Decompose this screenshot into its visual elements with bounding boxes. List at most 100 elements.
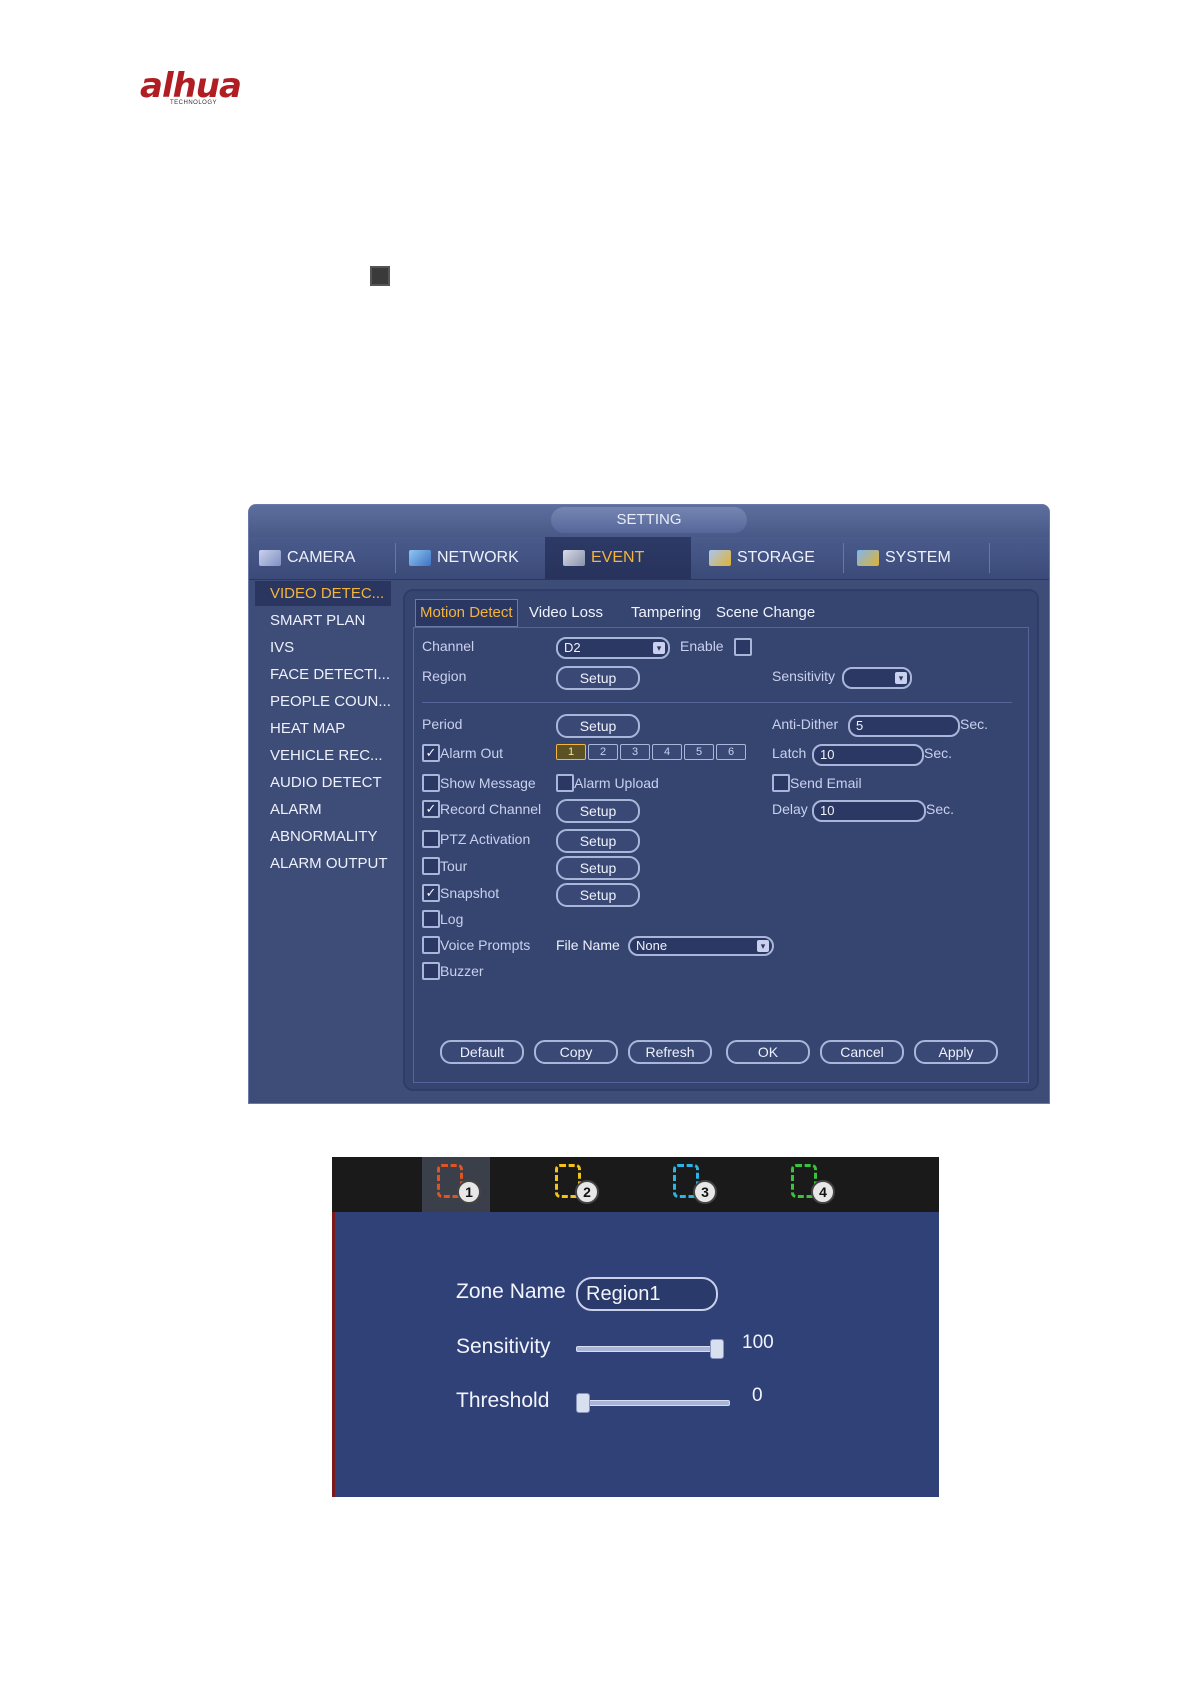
zone-name-label: Zone Name <box>456 1280 566 1303</box>
tab-label: SYSTEM <box>885 549 951 566</box>
zone-1-button[interactable]: 1 <box>422 1157 490 1212</box>
network-icon <box>409 549 431 566</box>
sidebar-item-alarm-output[interactable]: ALARM OUTPUT <box>255 851 391 876</box>
sidebar-item-vehicle-rec[interactable]: VEHICLE REC... <box>255 743 391 768</box>
tab-video-loss[interactable]: Video Loss <box>525 599 607 627</box>
file-name-select[interactable]: None ▾ <box>628 936 774 956</box>
camera-icon <box>259 549 281 566</box>
voice-prompts-checkbox[interactable] <box>422 936 440 954</box>
tab-network[interactable]: NETWORK <box>409 537 539 579</box>
threshold-label: Threshold <box>456 1389 550 1412</box>
anti-dither-label: Anti-Dither <box>772 716 839 732</box>
cancel-button[interactable]: Cancel <box>820 1040 904 1064</box>
zone-2-button[interactable]: 2 <box>540 1157 608 1212</box>
threshold-slider-handle[interactable] <box>576 1393 590 1413</box>
record-setup-button[interactable]: Setup <box>556 799 640 823</box>
show-message-label: Show Message <box>440 775 536 791</box>
alarm-upload-checkbox[interactable] <box>556 774 574 792</box>
tab-motion-detect[interactable]: Motion Detect <box>415 599 518 627</box>
sensitivity-label: Sensitivity <box>772 668 836 684</box>
delay-input[interactable]: 10 <box>812 800 926 822</box>
tab-label: NETWORK <box>437 549 519 566</box>
stop-icon <box>370 266 390 286</box>
alarm-channel-6[interactable]: 6 <box>716 744 746 760</box>
sidebar-item-smart-plan[interactable]: SMART PLAN <box>255 608 391 633</box>
ptz-activation-checkbox[interactable] <box>422 830 440 848</box>
sidebar-item-ivs[interactable]: IVS <box>255 635 391 660</box>
sidebar: VIDEO DETEC... SMART PLAN IVS FACE DETEC… <box>249 581 399 1103</box>
sensitivity-label: Sensitivity <box>456 1335 551 1358</box>
tab-camera[interactable]: CAMERA <box>259 537 389 579</box>
latch-label: Latch <box>772 745 807 761</box>
tab-event[interactable]: EVENT <box>545 537 691 579</box>
region-setup-button[interactable]: Setup <box>556 666 640 690</box>
channel-label: Channel <box>422 638 475 654</box>
sensitivity-slider-handle[interactable] <box>710 1339 724 1359</box>
tour-setup-button[interactable]: Setup <box>556 856 640 880</box>
ptz-activation-label: PTZ Activation <box>440 831 531 847</box>
threshold-value: 0 <box>752 1385 763 1406</box>
record-channel-checkbox[interactable]: ✓ <box>422 800 440 818</box>
period-setup-button[interactable]: Setup <box>556 714 640 738</box>
edge-line <box>332 1212 335 1497</box>
zone-3-button[interactable]: 3 <box>658 1157 726 1212</box>
snapshot-checkbox[interactable]: ✓ <box>422 884 440 902</box>
copy-button[interactable]: Copy <box>534 1040 618 1064</box>
setting-window: SETTING CAMERA NETWORK EVENT STORAGE SYS… <box>248 504 1050 1104</box>
divider <box>422 702 1012 703</box>
system-icon <box>857 549 879 566</box>
alarm-channel-1[interactable]: 1 <box>556 744 586 760</box>
sensitivity-slider[interactable] <box>576 1346 724 1352</box>
send-email-checkbox[interactable] <box>772 774 790 792</box>
zone-name-input[interactable]: Region1 <box>576 1277 718 1311</box>
sensitivity-select[interactable]: ▾ <box>842 667 912 689</box>
zone-number: 1 <box>457 1180 481 1204</box>
tab-tampering[interactable]: Tampering <box>627 599 705 627</box>
send-email-label: Send Email <box>790 775 862 791</box>
alarm-out-checkbox[interactable]: ✓ <box>422 744 440 762</box>
tour-checkbox[interactable] <box>422 857 440 875</box>
latch-input[interactable]: 10 <box>812 744 924 766</box>
show-message-checkbox[interactable] <box>422 774 440 792</box>
channel-select[interactable]: D2 ▾ <box>556 637 670 659</box>
snapshot-setup-button[interactable]: Setup <box>556 883 640 907</box>
sidebar-item-audio-detect[interactable]: AUDIO DETECT <box>255 770 391 795</box>
sidebar-item-video-detect[interactable]: VIDEO DETEC... <box>255 581 391 606</box>
anti-dither-input[interactable]: 5 <box>848 715 960 737</box>
default-button[interactable]: Default <box>440 1040 524 1064</box>
tab-label: STORAGE <box>737 549 815 566</box>
alarm-channel-5[interactable]: 5 <box>684 744 714 760</box>
log-checkbox[interactable] <box>422 910 440 928</box>
zone-4-button[interactable]: 4 <box>776 1157 844 1212</box>
tab-storage[interactable]: STORAGE <box>709 537 839 579</box>
tab-label: EVENT <box>591 549 645 566</box>
logo-tagline: TECHNOLOGY <box>170 100 218 106</box>
ok-button[interactable]: OK <box>726 1040 810 1064</box>
motion-detect-panel: Motion Detect Video Loss Tampering Scene… <box>403 589 1039 1091</box>
buzzer-label: Buzzer <box>440 963 484 979</box>
alarm-channel-3[interactable]: 3 <box>620 744 650 760</box>
enable-checkbox[interactable] <box>734 638 752 656</box>
zone-number: 4 <box>811 1180 835 1204</box>
tab-system[interactable]: SYSTEM <box>857 537 987 579</box>
alarm-channel-4[interactable]: 4 <box>652 744 682 760</box>
file-name-label: File Name <box>556 937 620 953</box>
ptz-setup-button[interactable]: Setup <box>556 829 640 853</box>
form-area: Channel D2 ▾ Enable Region Setup Sensiti… <box>413 627 1029 1083</box>
sidebar-item-abnormality[interactable]: ABNORMALITY <box>255 824 391 849</box>
zone-toolbar: 1 2 3 4 <box>332 1157 939 1212</box>
zone-number: 2 <box>575 1180 599 1204</box>
threshold-slider[interactable] <box>576 1400 730 1406</box>
tab-scene-change[interactable]: Scene Change <box>712 599 819 627</box>
alarm-channel-2[interactable]: 2 <box>588 744 618 760</box>
apply-button[interactable]: Apply <box>914 1040 998 1064</box>
zone-number: 3 <box>693 1180 717 1204</box>
sidebar-item-alarm[interactable]: ALARM <box>255 797 391 822</box>
latch-unit: Sec. <box>924 745 953 761</box>
buzzer-checkbox[interactable] <box>422 962 440 980</box>
refresh-button[interactable]: Refresh <box>628 1040 712 1064</box>
sidebar-item-people-count[interactable]: PEOPLE COUN... <box>255 689 391 714</box>
sidebar-item-face-detect[interactable]: FACE DETECTI... <box>255 662 391 687</box>
alarm-out-label: Alarm Out <box>440 745 504 761</box>
sidebar-item-heat-map[interactable]: HEAT MAP <box>255 716 391 741</box>
